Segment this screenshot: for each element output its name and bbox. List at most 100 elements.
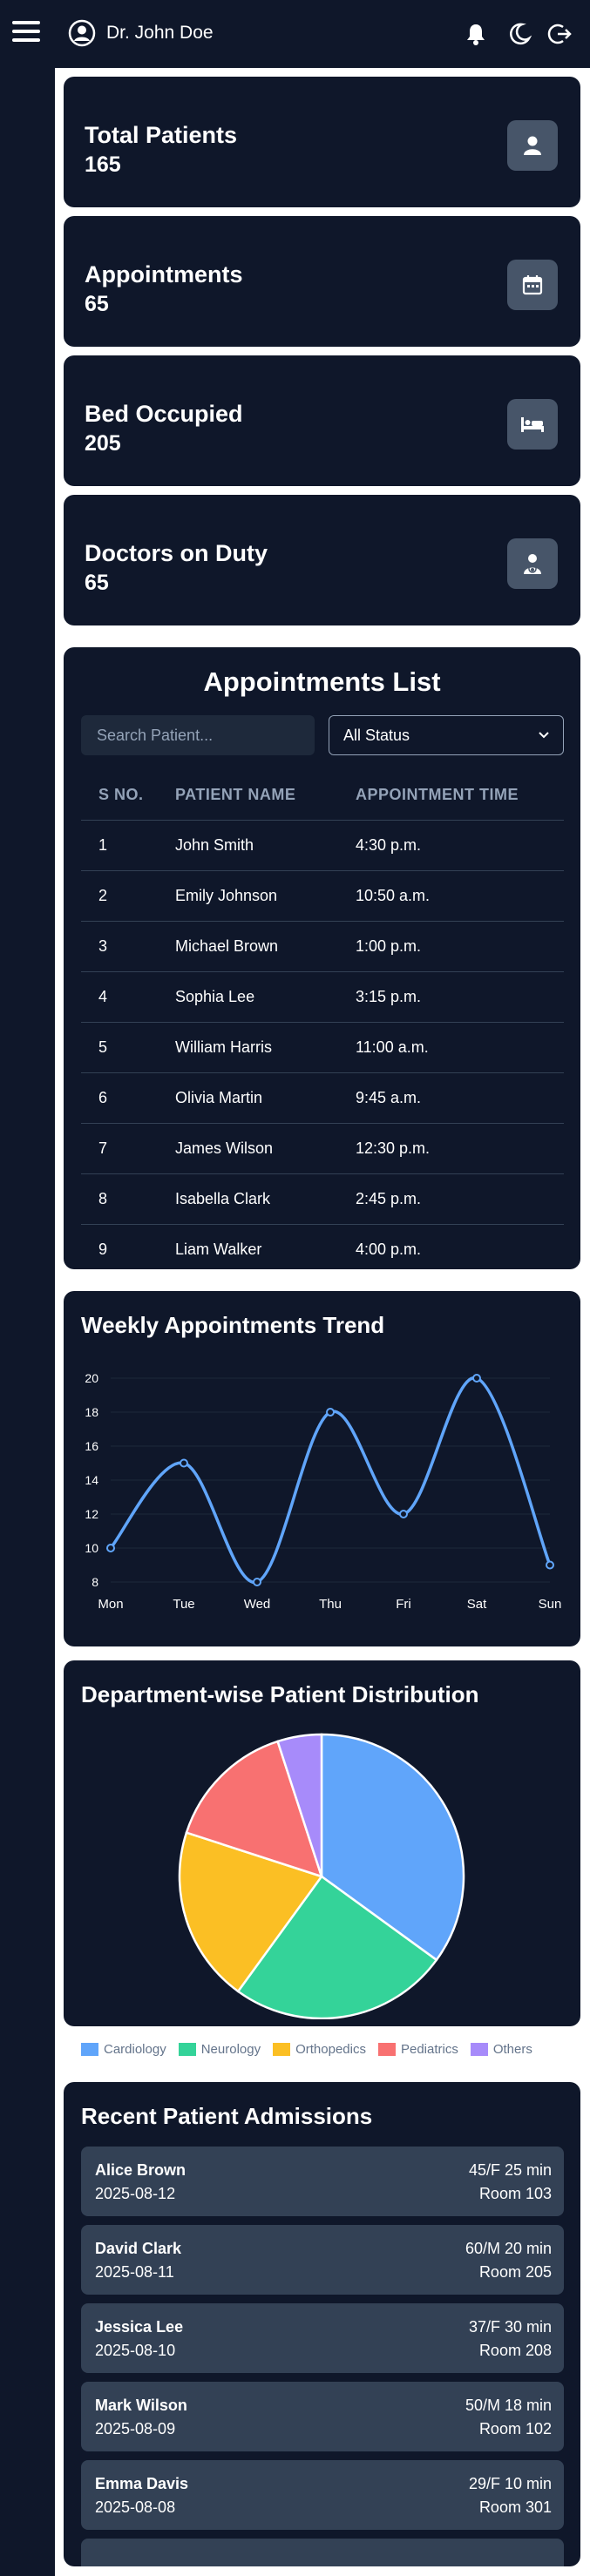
cell-patient-name: Emily Johnson <box>174 870 355 922</box>
stat-card-total-patients: Total Patients 165 <box>64 77 580 207</box>
cell-appointment-time: 12:30 p.m. <box>355 1123 564 1174</box>
x-tick-label: Wed <box>244 1597 271 1612</box>
table-row[interactable]: 7 James Wilson 12:30 p.m. <box>81 1123 564 1174</box>
cell-sno: 1 <box>81 820 174 871</box>
admission-date: 2025-08-08 <box>95 2498 176 2516</box>
admission-name: David Clark <box>95 2240 182 2257</box>
y-tick-label: 8 <box>92 1575 98 1589</box>
y-tick-label: 18 <box>85 1405 98 1419</box>
legend-label: Pediatrics <box>400 2042 458 2057</box>
admission-item[interactable]: Alice Brown 2025-08-12 45/F 25 min Room … <box>81 2147 564 2216</box>
y-tick-label: 16 <box>85 1439 98 1453</box>
cell-sno: 2 <box>81 870 174 922</box>
user-name: Dr. John Doe <box>106 23 214 43</box>
table-row[interactable]: 6 Olivia Martin 9:45 a.m. <box>81 1072 564 1124</box>
appointments-table: S NO. PATIENT NAME APPOINTMENT TIME 1 Joh… <box>81 769 564 1274</box>
status-select[interactable]: All Status <box>329 715 564 755</box>
admission-room: Room 102 <box>478 2420 552 2437</box>
stat-label: Total Patients <box>85 122 238 148</box>
column-header-patient-name: PATIENT NAME <box>174 769 355 821</box>
recent-admissions-title: Recent Patient Admissions <box>81 2103 373 2129</box>
calendar-icon <box>507 260 558 310</box>
x-tick-label: Sat <box>467 1597 487 1612</box>
cell-appointment-time: 1:00 p.m. <box>355 921 564 972</box>
y-tick-label: 10 <box>85 1541 98 1555</box>
cell-appointment-time: 4:30 p.m. <box>355 820 564 871</box>
cell-appointment-time: 2:45 p.m. <box>355 1173 564 1225</box>
data-point[interactable] <box>399 1510 408 1518</box>
admission-item[interactable]: David Clark 2025-08-11 60/M 20 min Room … <box>81 2225 564 2295</box>
user-circle-icon <box>68 19 96 47</box>
cell-sno: 3 <box>81 921 174 972</box>
stat-value: 165 <box>85 152 121 177</box>
legend-label: Orthopedics <box>295 2042 366 2057</box>
cell-patient-name: James Wilson <box>174 1123 355 1174</box>
cell-patient-name: Michael Brown <box>174 921 355 972</box>
stat-card-doctors-on-duty: Doctors on Duty 65 <box>64 495 580 625</box>
cell-patient-name: John Smith <box>174 820 355 871</box>
table-row[interactable]: 3 Michael Brown 1:00 p.m. <box>81 921 564 972</box>
legend-item-others[interactable]: Others <box>470 2042 532 2057</box>
table-row[interactable]: 4 Sophia Lee 3:15 p.m. <box>81 971 564 1023</box>
weekly-trend-title: Weekly Appointments Trend <box>81 1312 385 1338</box>
stat-label: Appointments <box>85 261 243 287</box>
admission-meta: 45/F 25 min <box>468 2161 552 2179</box>
search-input[interactable] <box>81 715 315 755</box>
legend-item-cardiology[interactable]: Cardiology <box>81 2042 166 2057</box>
divider <box>55 68 590 70</box>
stat-card-appointments: Appointments 65 <box>64 216 580 347</box>
legend-label: Neurology <box>200 2042 261 2057</box>
cell-appointment-time: 4:00 p.m. <box>356 1241 422 1258</box>
data-point[interactable] <box>106 1544 115 1552</box>
cell-sno: 9 <box>98 1241 108 1258</box>
logout-icon[interactable] <box>546 21 573 47</box>
top-bar: Dr. John Doe <box>0 0 590 68</box>
legend-item-pediatrics[interactable]: Pediatrics <box>377 2042 458 2057</box>
cell-patient-name: William Harris <box>174 1022 355 1073</box>
legend-swatch <box>178 2043 196 2056</box>
cell-patient-name: Sophia Lee <box>174 971 355 1023</box>
table-row[interactable]: 9 Liam Walker 4:00 p.m. <box>81 1225 564 1275</box>
weekly-trend-card: Weekly Appointments Trend 8 10 12 14 16 18 20 M… <box>64 1291 580 1646</box>
data-point[interactable] <box>472 1374 481 1383</box>
x-tick-label: Thu <box>319 1597 342 1612</box>
status-select-value: All Status <box>343 726 410 744</box>
legend-label: Cardiology <box>104 2042 166 2057</box>
admission-date: 2025-08-12 <box>95 2185 176 2202</box>
table-row[interactable]: 1 John Smith 4:30 p.m. <box>81 820 564 871</box>
cell-patient-name: Liam Walker <box>175 1241 262 1258</box>
legend-item-orthopedics[interactable]: Orthopedics <box>273 2042 366 2057</box>
data-point[interactable] <box>253 1578 261 1586</box>
cell-patient-name: Isabella Clark <box>174 1173 355 1225</box>
chevron-down-icon <box>539 732 549 739</box>
legend-swatch <box>81 2043 98 2056</box>
appointments-card: Appointments List All Status S NO. PATIE… <box>64 647 580 1269</box>
table-row[interactable]: 8 Isabella Clark 2:45 p.m. <box>81 1173 564 1225</box>
menu-icon[interactable] <box>12 21 40 47</box>
table-row[interactable]: 2 Emily Johnson 10:50 a.m. <box>81 870 564 922</box>
table-row[interactable]: 5 William Harris 11:00 a.m. <box>81 1022 564 1073</box>
moon-icon[interactable] <box>505 21 532 47</box>
column-header-sno: S NO. <box>81 769 174 821</box>
stat-value: 205 <box>85 431 121 456</box>
cell-appointment-time: 10:50 a.m. <box>355 870 564 922</box>
admission-item-partial[interactable] <box>81 2539 564 2566</box>
pie-legend: Cardiology Neurology Orthopedics Pediatr… <box>81 2042 545 2057</box>
admission-item[interactable]: Mark Wilson 2025-08-09 50/M 18 min Room … <box>81 2382 564 2451</box>
legend-item-neurology[interactable]: Neurology <box>178 2042 261 2057</box>
cell-sno: 8 <box>81 1173 174 1225</box>
department-pie-chart <box>178 1733 465 2019</box>
admission-meta: 29/F 10 min <box>468 2475 552 2492</box>
data-point[interactable] <box>180 1458 188 1468</box>
user-profile[interactable]: Dr. John Doe <box>68 19 214 47</box>
data-point[interactable] <box>546 1560 554 1570</box>
admission-date: 2025-08-11 <box>95 2263 174 2281</box>
department-distribution-title: Department-wise Patient Distribution <box>81 1681 479 1707</box>
admission-item[interactable]: Emma Davis 2025-08-08 29/F 10 min Room 3… <box>81 2460 564 2530</box>
bell-icon[interactable] <box>463 21 489 47</box>
data-point[interactable] <box>326 1408 335 1416</box>
bed-icon <box>507 399 558 450</box>
y-tick-label: 12 <box>85 1507 98 1521</box>
weekly-trend-chart: 8 10 12 14 16 18 20 Mon Tue Wed Thu Fri Sat Sun <box>85 1371 561 1612</box>
admission-item[interactable]: Jessica Lee 2025-08-10 37/F 30 min Room … <box>81 2303 564 2373</box>
